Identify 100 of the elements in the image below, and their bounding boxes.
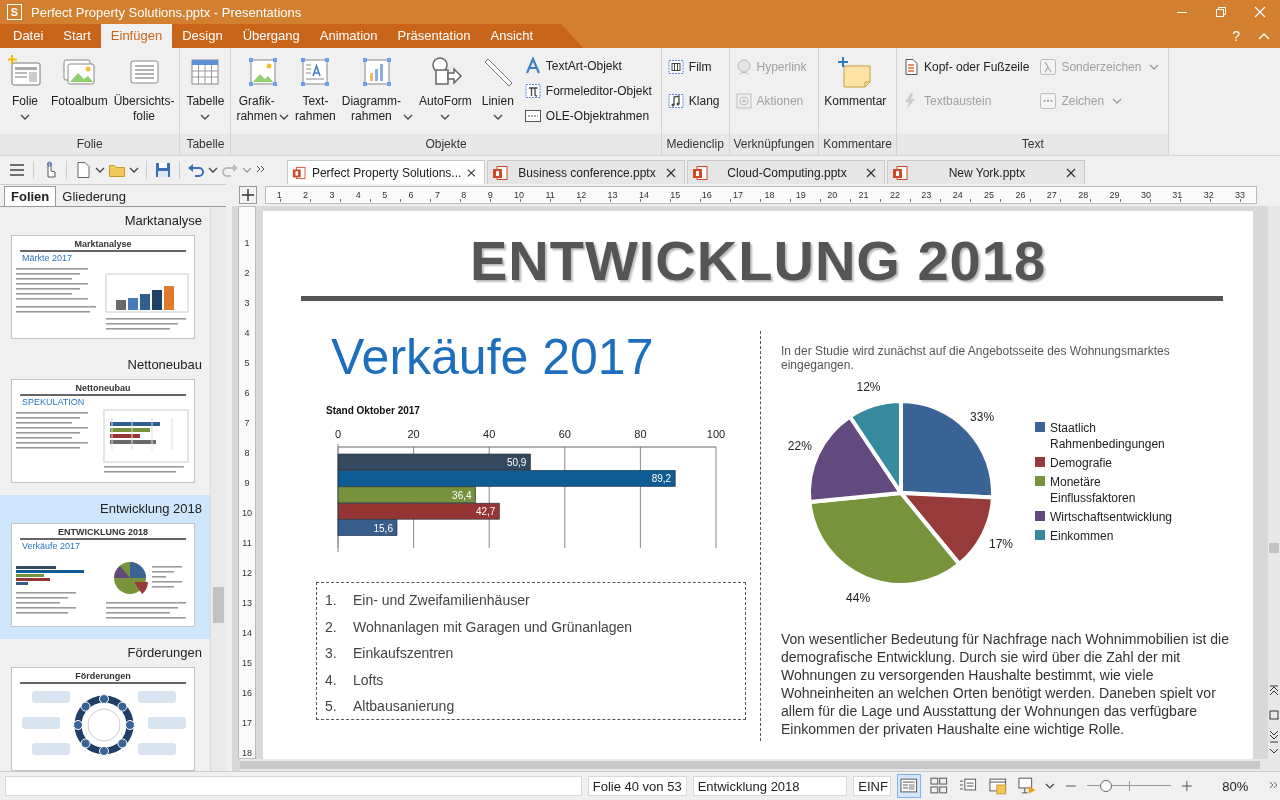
ruler-number: 4 — [355, 190, 361, 200]
ruler-number: 4 — [244, 327, 250, 340]
scrollbar-thumb[interactable] — [1269, 543, 1279, 553]
scrollbar[interactable] — [240, 759, 1280, 771]
ribbon-tab[interactable]: Animation — [309, 24, 388, 48]
document-tab[interactable]: New York.pptx — [887, 160, 1085, 184]
window-title: Perfect Property Solutions.pptx - Presentations — [31, 4, 303, 20]
ribbon-button[interactable]: Kommentar — [821, 52, 890, 111]
ribbon-tab[interactable]: Präsentation — [387, 24, 481, 48]
ribbon-button[interactable]: Text- rahmen — [292, 52, 339, 126]
caret-icon — [129, 167, 139, 173]
panel-tab[interactable]: Folien — [4, 186, 57, 206]
slide-list-item[interactable]: Entwicklung 2018 ENTWICKLUNG 2018 Verkäufe 2017 — [0, 495, 210, 639]
list-item: Altbausanierung — [353, 698, 455, 715]
ruler-number: 18 — [764, 190, 775, 200]
scrollbar-thumb[interactable] — [213, 587, 224, 623]
slide-thumbnail[interactable]: Nettoneubau SPEKULATION — [11, 379, 195, 483]
ruler-number: 11 — [545, 190, 555, 200]
legend-label: Staatlich Rahmenbedingungen — [1050, 420, 1165, 452]
document-tab[interactable]: Perfect Property Solutions... — [287, 160, 485, 184]
ribbon-button[interactable]: Folie — [2, 52, 48, 122]
plus-icon[interactable] — [1180, 780, 1193, 792]
group-label: Kommentare — [819, 134, 896, 155]
slide-thumbnail[interactable]: Marktanalyse Märkte 2017 — [11, 235, 195, 339]
undo-icon[interactable] — [187, 161, 205, 179]
new-document-icon[interactable] — [74, 161, 92, 179]
ruler-number: 9 — [487, 190, 493, 200]
tick-label: 20 — [407, 428, 420, 440]
ruler-number: 13 — [607, 190, 618, 200]
ruler-number: 26 — [1015, 190, 1026, 200]
ribbon-tab[interactable]: Ansicht — [480, 24, 544, 48]
document-tab[interactable]: Cloud-Computing.pptx — [687, 160, 885, 184]
ruler-number: 1 — [276, 190, 282, 200]
data-label: 42,7 — [475, 506, 496, 518]
ruler-number: 14 — [242, 627, 252, 640]
tab-stop-icon[interactable] — [239, 186, 257, 204]
ribbon-button[interactable]: Diagramm- rahmen — [338, 52, 417, 126]
page-navigation-icon[interactable] — [1268, 685, 1280, 755]
status-field: Folie 40 von 53 — [587, 776, 687, 796]
group-label: Verknüpfungen — [729, 134, 819, 155]
restore-icon[interactable] — [1215, 6, 1227, 18]
ruler-number: 5 — [382, 190, 388, 200]
ribbon-tab[interactable]: Start — [53, 24, 101, 48]
list-number: 5. — [325, 698, 338, 715]
ribbon-button[interactable]: Klang — [663, 90, 723, 112]
ribbon-button[interactable]: Kopf- oder Fußzeile — [899, 56, 1033, 78]
slide-caption: Entwicklung 2018 — [99, 501, 202, 517]
tick-label: 0 — [334, 428, 342, 440]
ruler-number: 11 — [242, 537, 252, 550]
ribbon-button[interactable]: OLE-Objektrahmen — [520, 105, 655, 127]
ribbon-button[interactable]: Grafik- rahmen — [233, 52, 293, 126]
save-icon[interactable] — [154, 161, 172, 179]
collapse-icon[interactable] — [1258, 32, 1270, 40]
film-icon — [666, 58, 685, 76]
ruler-number: 9 — [244, 477, 250, 490]
normal-view-icon[interactable] — [897, 774, 921, 798]
thumbnail-subtitle: Märkte 2017 — [22, 253, 74, 264]
scrollbar-thumb[interactable] — [240, 761, 1260, 769]
slider-thumb[interactable] — [1100, 780, 1112, 792]
ruler-number: 17 — [242, 717, 252, 730]
scrollbar[interactable] — [1268, 206, 1280, 759]
ruler-number: 14 — [638, 190, 649, 200]
ruler-number: 6 — [408, 190, 414, 200]
slide-list-item[interactable]: Förderungen Förderungen — [0, 639, 210, 771]
ribbon-tab[interactable]: Datei — [3, 24, 54, 48]
ribbon-button[interactable]: Übersichts- folie — [110, 52, 178, 126]
close-icon[interactable] — [666, 167, 676, 178]
document-tab[interactable]: Business conference.pptx — [487, 160, 685, 184]
target-icon — [734, 92, 753, 110]
close-icon[interactable] — [1066, 167, 1076, 178]
tick-label: 60 — [558, 428, 571, 440]
ribbon-button[interactable]: Film — [663, 56, 723, 78]
ribbon-button[interactable]: Fotoalbum — [48, 52, 111, 111]
ribbon-button[interactable]: TextArt-Objekt — [520, 55, 655, 77]
legend-swatch — [1035, 457, 1045, 467]
ribbon-button[interactable]: Tabelle — [182, 52, 229, 122]
status-field: EINF — [853, 776, 892, 796]
slide-thumbnail[interactable]: ENTWICKLUNG 2018 Verkäufe 2017 — [11, 523, 195, 627]
close-icon[interactable] — [467, 167, 476, 178]
ribbon-button[interactable]: Formeleditor-Objekt — [520, 80, 655, 102]
close-icon[interactable] — [866, 167, 876, 178]
legend-swatch — [1035, 511, 1045, 521]
menu-icon[interactable] — [8, 161, 26, 179]
scrollbar[interactable] — [210, 207, 226, 771]
ribbon-tab[interactable]: Design — [172, 24, 233, 48]
ribbon-tab[interactable]: Einfügen — [100, 24, 173, 48]
ruler-number: 28 — [1078, 190, 1089, 200]
ribbon-tab[interactable]: Übergang — [232, 24, 310, 48]
ribbon-button[interactable]: Linien — [474, 52, 521, 122]
globe-icon — [734, 58, 753, 76]
slide-list-item[interactable]: Marktanalyse Marktanalyse Märkte 2017 — [0, 207, 210, 351]
ribbon-button[interactable]: AutoForm — [416, 52, 475, 122]
formula-icon — [523, 82, 542, 100]
data-label: 22% — [787, 439, 812, 454]
list-item: Einkaufszentren — [353, 645, 454, 662]
ruler-number: 27 — [1046, 190, 1057, 200]
slide-list-item[interactable]: Nettoneubau Nettoneubau SPEKULATION — [0, 351, 210, 495]
ruler-number: 7 — [244, 417, 250, 430]
panel-tab[interactable]: Gliederung — [56, 187, 132, 206]
slide-thumbnail[interactable]: Förderungen — [11, 667, 195, 771]
